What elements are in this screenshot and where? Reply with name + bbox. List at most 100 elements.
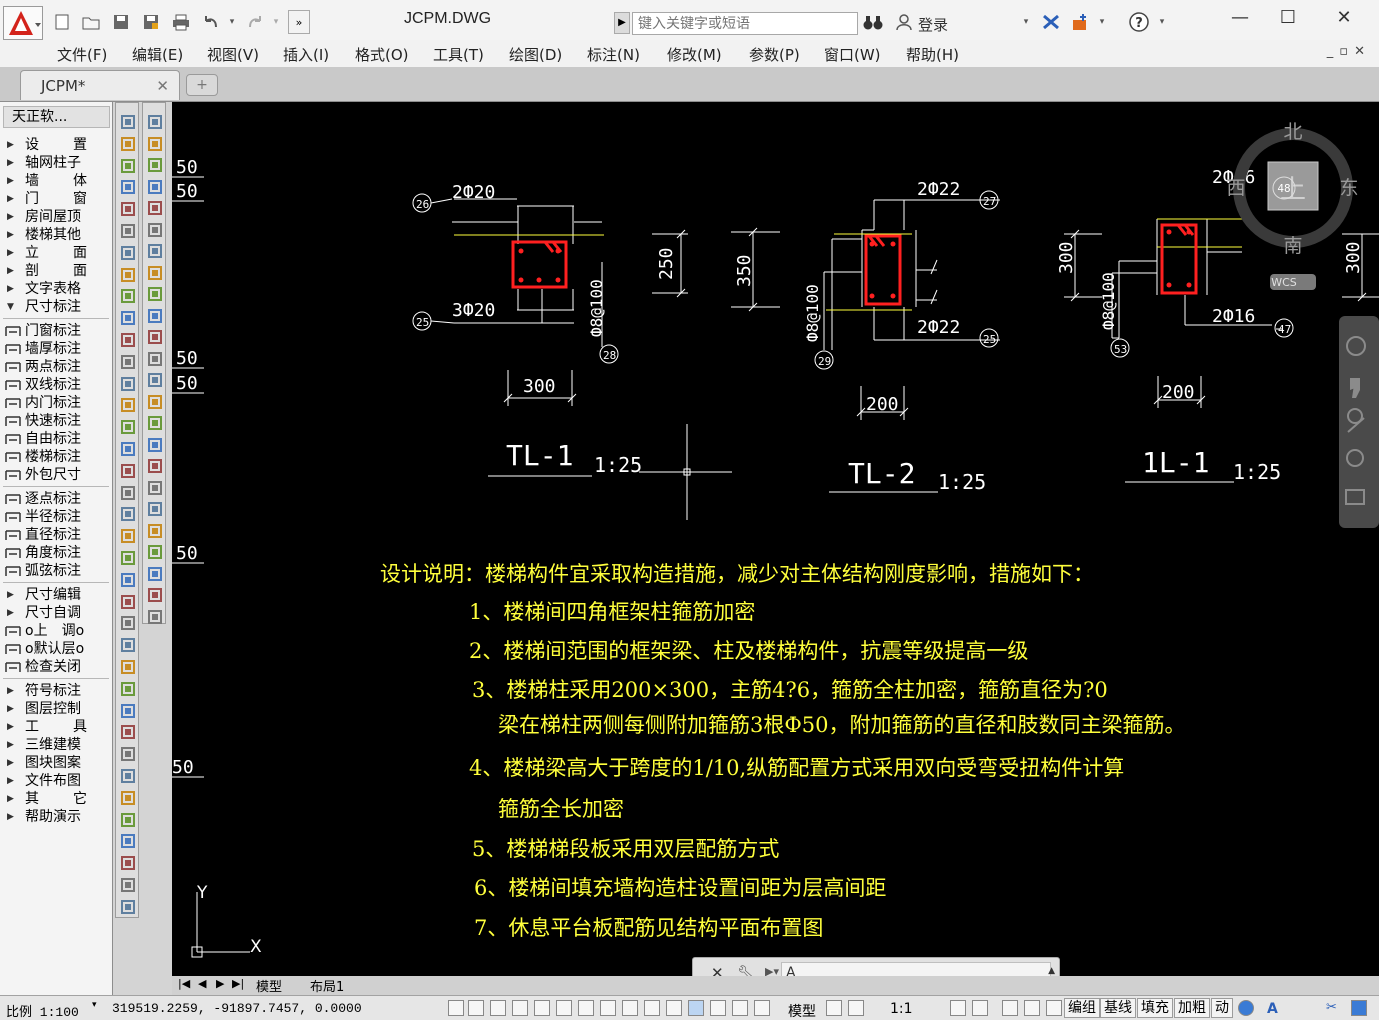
undo-dropdown-icon[interactable]: ▾: [226, 11, 238, 33]
ime-icon[interactable]: [1238, 1000, 1254, 1016]
application-menu-button[interactable]: [3, 6, 43, 40]
toolbar-tool-icon[interactable]: [146, 371, 164, 389]
auto-scale-icon[interactable]: [972, 1000, 988, 1016]
panel-item[interactable]: 双线标注: [3, 376, 109, 394]
ime-font-icon[interactable]: A: [1267, 1001, 1278, 1017]
annotation-visibility-icon[interactable]: [950, 1000, 966, 1016]
toolbar-tool-icon[interactable]: [119, 702, 137, 720]
search-expand-icon[interactable]: ▶: [614, 12, 630, 34]
panel-item[interactable]: 两点标注: [3, 358, 109, 376]
maximize-button[interactable]: ☐: [1265, 4, 1311, 34]
panel-item[interactable]: ▶ 尺寸编辑: [3, 586, 109, 604]
layout-tab-layout1[interactable]: 布局1: [310, 976, 344, 995]
panel-item[interactable]: 门窗标注: [3, 322, 109, 340]
panel-item[interactable]: 墙厚标注: [3, 340, 109, 358]
search-input[interactable]: [632, 12, 858, 35]
panel-item[interactable]: ▶ 帮助演示: [3, 808, 109, 826]
toolbar-tool-icon[interactable]: [119, 723, 137, 741]
toolbar-tool-icon[interactable]: [119, 745, 137, 763]
panel-item[interactable]: o上 调o: [3, 622, 109, 640]
toolbar-tool-icon[interactable]: [146, 242, 164, 260]
menu-view[interactable]: 视图(V): [207, 44, 259, 65]
undo-icon[interactable]: [200, 11, 222, 33]
toolbar-tool-icon[interactable]: [119, 789, 137, 807]
new-file-icon[interactable]: [51, 11, 73, 33]
document-tab[interactable]: JCPM* ✕: [20, 70, 180, 100]
toolbar-tool-icon[interactable]: [146, 178, 164, 196]
toolbar-tool-icon[interactable]: [119, 505, 137, 523]
login-label[interactable]: 登录: [918, 14, 948, 35]
keyboard-icon[interactable]: [1351, 1000, 1367, 1016]
design-notes[interactable]: 设计说明：楼梯构件宜采取构造措施，减少对主体结构刚度影响，措施如下： 1、楼梯间…: [380, 562, 1186, 940]
grid-display-icon[interactable]: [490, 1000, 506, 1016]
annotation-scale[interactable]: 1:1: [890, 1001, 913, 1017]
status-toggle-baseline[interactable]: 基线: [1100, 998, 1136, 1018]
toolbar-tool-icon[interactable]: [146, 221, 164, 239]
toolbar-tool-icon[interactable]: [146, 328, 164, 346]
panel-item[interactable]: 快速标注: [3, 412, 109, 430]
store-dropdown-icon[interactable]: ▾: [1096, 11, 1108, 33]
panel-item[interactable]: ▶ 图块图案: [3, 754, 109, 772]
toolbar-tool-icon[interactable]: [119, 680, 137, 698]
exchange-icon[interactable]: [1040, 11, 1062, 33]
panel-item[interactable]: ▶ 工具: [3, 718, 109, 736]
section-1l-1[interactable]: 2Ф16 2Ф16 47 53 Ф8@100 300 300 200 1L-1 …: [1056, 167, 1379, 484]
toolbar-tool-icon[interactable]: [146, 479, 164, 497]
panel-item[interactable]: ▶ 立面: [3, 244, 109, 262]
toolbar-tool-icon[interactable]: [119, 396, 137, 414]
toolbar-tool-icon[interactable]: [119, 898, 137, 916]
help-dropdown-icon[interactable]: ▾: [1156, 11, 1168, 33]
toolbar-tool-icon[interactable]: [146, 414, 164, 432]
panel-item[interactable]: ▶ 图层控制: [3, 700, 109, 718]
menu-help[interactable]: 帮助(H): [906, 44, 959, 65]
toolbar-tool-icon[interactable]: [146, 285, 164, 303]
status-toggle-dynamic[interactable]: 动: [1211, 998, 1233, 1018]
object-snap-icon[interactable]: [556, 1000, 572, 1016]
panel-item[interactable]: 内门标注: [3, 394, 109, 412]
dynamic-ucs-icon[interactable]: [622, 1000, 638, 1016]
scale-dropdown-icon[interactable]: ▾: [92, 1000, 97, 1010]
login-dropdown-icon[interactable]: ▾: [1020, 11, 1032, 33]
redo-icon[interactable]: [244, 11, 266, 33]
panel-item[interactable]: ▶ 符号标注: [3, 682, 109, 700]
toolbar-tool-icon[interactable]: [146, 522, 164, 540]
toolbar-tool-icon[interactable]: [119, 287, 137, 305]
drawing-canvas[interactable]: 50 50 50 50 50 50 2Ф20 3Ф20 26 25 28 Ф8@…: [172, 102, 1379, 976]
menu-tools[interactable]: 工具(T): [433, 44, 484, 65]
dynamic-input-icon[interactable]: [644, 1000, 660, 1016]
redo-dropdown-icon[interactable]: ▾: [270, 11, 282, 33]
toolbar-tool-icon[interactable]: [119, 157, 137, 175]
user-icon[interactable]: [893, 11, 915, 33]
panel-item[interactable]: ▶ 楼梯其他: [3, 226, 109, 244]
panel-item[interactable]: ▶ 文件布图: [3, 772, 109, 790]
open-file-icon[interactable]: [80, 11, 102, 33]
panel-item[interactable]: 半径标注: [3, 508, 109, 526]
toolbar-tool-icon[interactable]: [119, 593, 137, 611]
toolbar-tool-icon[interactable]: [146, 586, 164, 604]
panel-item[interactable]: ▶ 墙体: [3, 172, 109, 190]
panel-item[interactable]: 自由标注: [3, 430, 109, 448]
toolbar-tool-icon[interactable]: [119, 440, 137, 458]
layout-nav-prev-icon[interactable]: ◀: [198, 977, 206, 990]
quick-properties-icon[interactable]: [710, 1000, 726, 1016]
menu-window[interactable]: 窗口(W): [824, 44, 881, 65]
show-lineweight-icon[interactable]: [666, 1000, 682, 1016]
scale-selector[interactable]: 比例 1:100: [6, 1001, 79, 1020]
panel-item[interactable]: 直径标注: [3, 526, 109, 544]
cad-model-space[interactable]: 50 50 50 50 50 50 2Ф20 3Ф20 26 25 28 Ф8@…: [172, 102, 1379, 976]
polar-tracking-icon[interactable]: [534, 1000, 550, 1016]
toolbar-tool-icon[interactable]: [119, 484, 137, 502]
layout-tab-model[interactable]: 模型: [256, 976, 282, 995]
toolbar-tool-icon[interactable]: [119, 462, 137, 480]
toolbar-tool-icon[interactable]: [146, 608, 164, 626]
toolbar-tool-icon[interactable]: [119, 222, 137, 240]
quick-access-more-icon[interactable]: »: [288, 10, 310, 34]
command-history-icon[interactable]: ▲: [1048, 966, 1055, 976]
toolbar-tool-icon[interactable]: [119, 614, 137, 632]
panel-item[interactable]: 外包尺寸: [3, 466, 109, 484]
print-icon[interactable]: [170, 11, 192, 33]
toolbar-tool-icon[interactable]: [119, 854, 137, 872]
section-tl-1[interactable]: 2Ф20 3Ф20 26 25 28 Ф8@100 250 300 TL-1 1…: [412, 182, 732, 520]
infer-constraints-icon[interactable]: [448, 1000, 464, 1016]
panel-item[interactable]: 检查关闭: [3, 658, 109, 676]
